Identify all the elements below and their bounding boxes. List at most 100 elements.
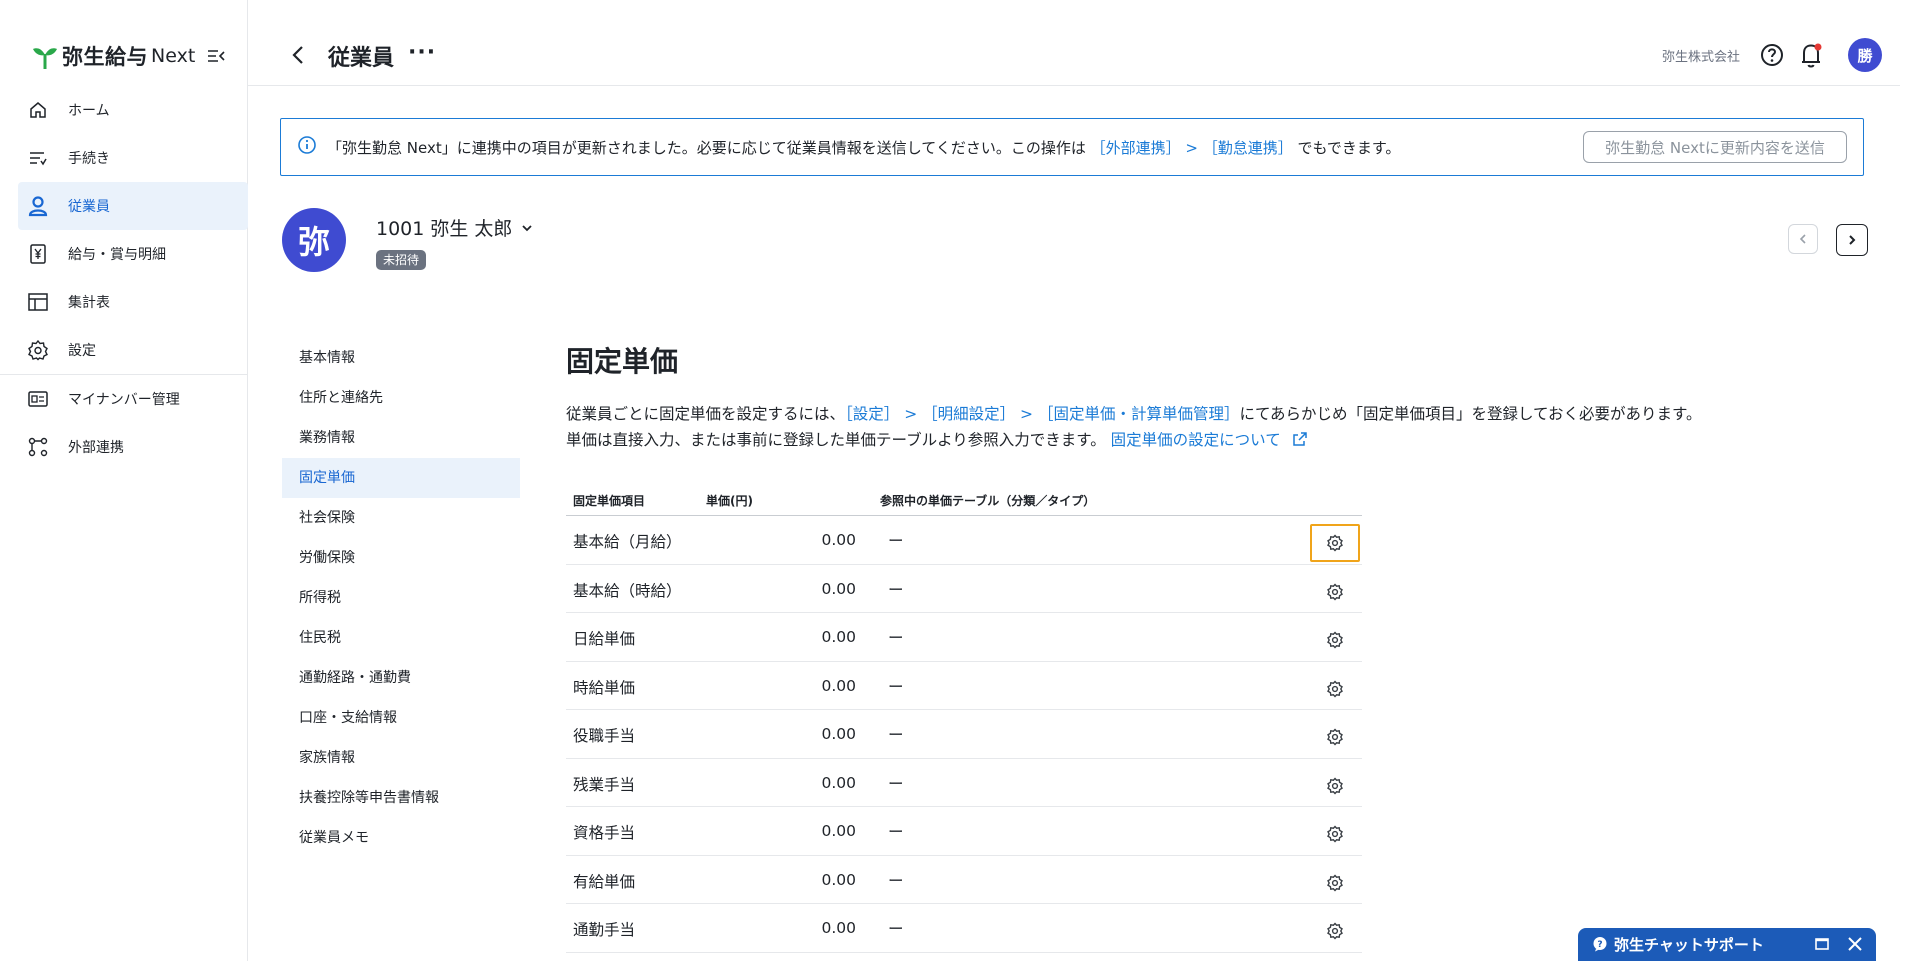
sidebar-item-summary[interactable]: 集計表 [18,278,248,326]
more-options-button[interactable]: ··· [408,40,436,65]
reference-table: ー [888,920,904,938]
subnav-item[interactable]: 基本情報 [282,338,520,378]
banner-text-after: でもできます。 [1297,139,1401,157]
notification-bell-icon[interactable] [1797,40,1825,70]
row-settings-button[interactable] [1310,767,1360,805]
subnav-item[interactable]: 従業員メモ [282,818,520,858]
gear-icon [1326,873,1344,892]
gear-icon [1326,728,1344,746]
chat-label: 弥生チャットサポート [1614,936,1764,954]
item-name: 日給単価 [573,630,636,648]
table-row: 日給単価 0.00 ー [566,613,1362,662]
sidebar-item-integration[interactable]: 外部連携 [18,423,248,471]
banner-text-before: 「弥生勤怠 Next」に連携中の項目が更新されました。必要に応じて従業員情報を送… [327,139,1086,157]
subnav-item[interactable]: 住民税 [282,618,520,658]
info-icon [298,136,316,154]
page-title: 従業員 [328,46,395,71]
column-header-ref: 参照中の単価テーブル（分類／タイプ） [880,494,1096,508]
sidebar-item-home[interactable]: ホーム [18,86,248,134]
unit-price: 0.00 [821,628,856,646]
gear-icon [1326,922,1344,940]
subnav-item-active[interactable]: 固定単価 [282,458,520,498]
column-header-item: 固定単価項目 [573,494,646,508]
subnav-item[interactable]: 所得税 [282,578,520,618]
sidebar-item-settings[interactable]: 設定 [18,326,248,374]
reference-table: ー [888,871,904,890]
item-name: 基本給（月給） [573,533,682,551]
subnav-item[interactable]: 家族情報 [282,738,520,778]
reference-table: ー [888,774,904,793]
item-name: 基本給（時給） [573,581,682,600]
app-logo[interactable]: 弥生給与 Next [30,38,240,74]
unit-price: 0.00 [821,822,856,840]
help-icon[interactable] [1759,42,1785,68]
unit-price: 0.00 [821,725,856,743]
item-name: 残業手当 [573,775,636,794]
row-settings-button[interactable] [1310,670,1360,708]
attendance-integration-link[interactable]: ［勤怠連携］ [1203,139,1293,157]
table-row: 有給単価 0.00 ー [566,856,1362,904]
back-arrow-icon[interactable] [286,42,312,68]
unit-price: 0.00 [821,870,856,889]
fixed-price-table: 固定単価項目 単価(円) 参照中の単価テーブル（分類／タイプ） 基本給（月給） 0… [566,488,1362,953]
previous-employee-button[interactable] [1788,224,1818,254]
subnav-item[interactable]: 業務情報 [282,418,520,458]
row-settings-button[interactable] [1310,912,1360,950]
subnav-item[interactable]: 扶養控除等申告書情報 [282,778,520,818]
maximize-icon[interactable] [1814,936,1830,952]
logo-suffix: Next [151,45,196,67]
integration-icon [26,435,50,459]
table-row: 基本給（月給） 0.00 ー [566,516,1362,565]
send-update-button[interactable]: 弥生勤怠 Nextに更新内容を送信 [1583,131,1847,163]
sidebar-item-payslips[interactable]: 給与・賞与明細 [18,230,248,278]
employee-selector[interactable]: 1001 弥生 太郎 [376,214,534,241]
procedure-list-icon [26,146,50,170]
desc1-text-after: にてあらかじめ「固定単価項目」を登録しておく必要があります。 [1239,405,1702,423]
desc2-text-before: 単価は直接入力、または事前に登録した単価テーブルより参照入力できます。 [566,431,1106,449]
sidebar-item-procedures[interactable]: 手続き [18,134,248,182]
collapse-sidebar-icon[interactable] [206,46,226,66]
section-title: 固定単価 [566,345,679,378]
help-link[interactable]: 固定単価の設定について [1111,431,1281,449]
banner-message: 「弥生勤怠 Next」に連携中の項目が更新されました。必要に応じて従業員情報を送… [327,137,1400,158]
subnav-item[interactable]: 住所と連絡先 [282,378,520,418]
sidebar-item-label: ホーム [68,103,110,119]
sidebar-item-employees[interactable]: 従業員 [18,182,248,230]
row-settings-button[interactable] [1310,573,1360,611]
row-settings-button[interactable] [1310,621,1360,659]
subnav-item[interactable]: 通勤経路・通勤費 [282,658,520,698]
sidebar-item-mynumber[interactable]: マイナンバー管理 [18,375,248,423]
row-settings-button[interactable] [1310,718,1360,756]
unit-price: 0.00 [821,676,856,695]
table-row: 役職手当 0.00 ー [566,710,1362,759]
user-avatar[interactable]: 勝 [1848,38,1882,72]
close-icon[interactable] [1846,935,1864,953]
row-settings-button[interactable] [1310,815,1360,853]
item-name: 有給単価 [573,872,636,891]
row-settings-button[interactable] [1310,524,1360,562]
yen-document-icon [26,242,50,266]
next-employee-button[interactable] [1836,224,1868,256]
employee-avatar: 弥 [282,208,346,272]
gear-icon [1326,534,1344,552]
subnav-item[interactable]: 社会保険 [282,498,520,538]
desc1-text-before: 従業員ごとに固定単価を設定するには、 [566,405,846,423]
settings-path-link[interactable]: ［設定］ > ［明細設定］ > ［固定単価・計算単価管理］ [845,405,1239,423]
external-link-icon[interactable] [1292,431,1308,447]
row-settings-button[interactable] [1310,864,1360,902]
unit-price: 0.00 [821,773,856,792]
logo-text: 弥生給与 [62,45,148,69]
employee-subnav: 基本情報 住所と連絡先 業務情報 固定単価 社会保険 労働保険 所得税 住民税 … [282,338,520,858]
subnav-item[interactable]: 口座・支給情報 [282,698,520,738]
chat-support-widget[interactable]: ? 弥生チャットサポート [1578,928,1876,961]
subnav-item[interactable]: 労働保険 [282,538,520,578]
chevron-down-icon [522,224,533,231]
item-name: 時給単価 [573,678,636,697]
reference-table: ー [888,580,904,599]
table-icon [26,290,50,314]
gear-icon [1326,631,1344,649]
chat-bubble-icon: ? [1593,937,1607,952]
table-row: 残業手当 0.00 ー [566,759,1362,807]
unit-price: 0.00 [821,579,856,598]
external-integration-link[interactable]: ［外部連携］ [1091,139,1181,157]
